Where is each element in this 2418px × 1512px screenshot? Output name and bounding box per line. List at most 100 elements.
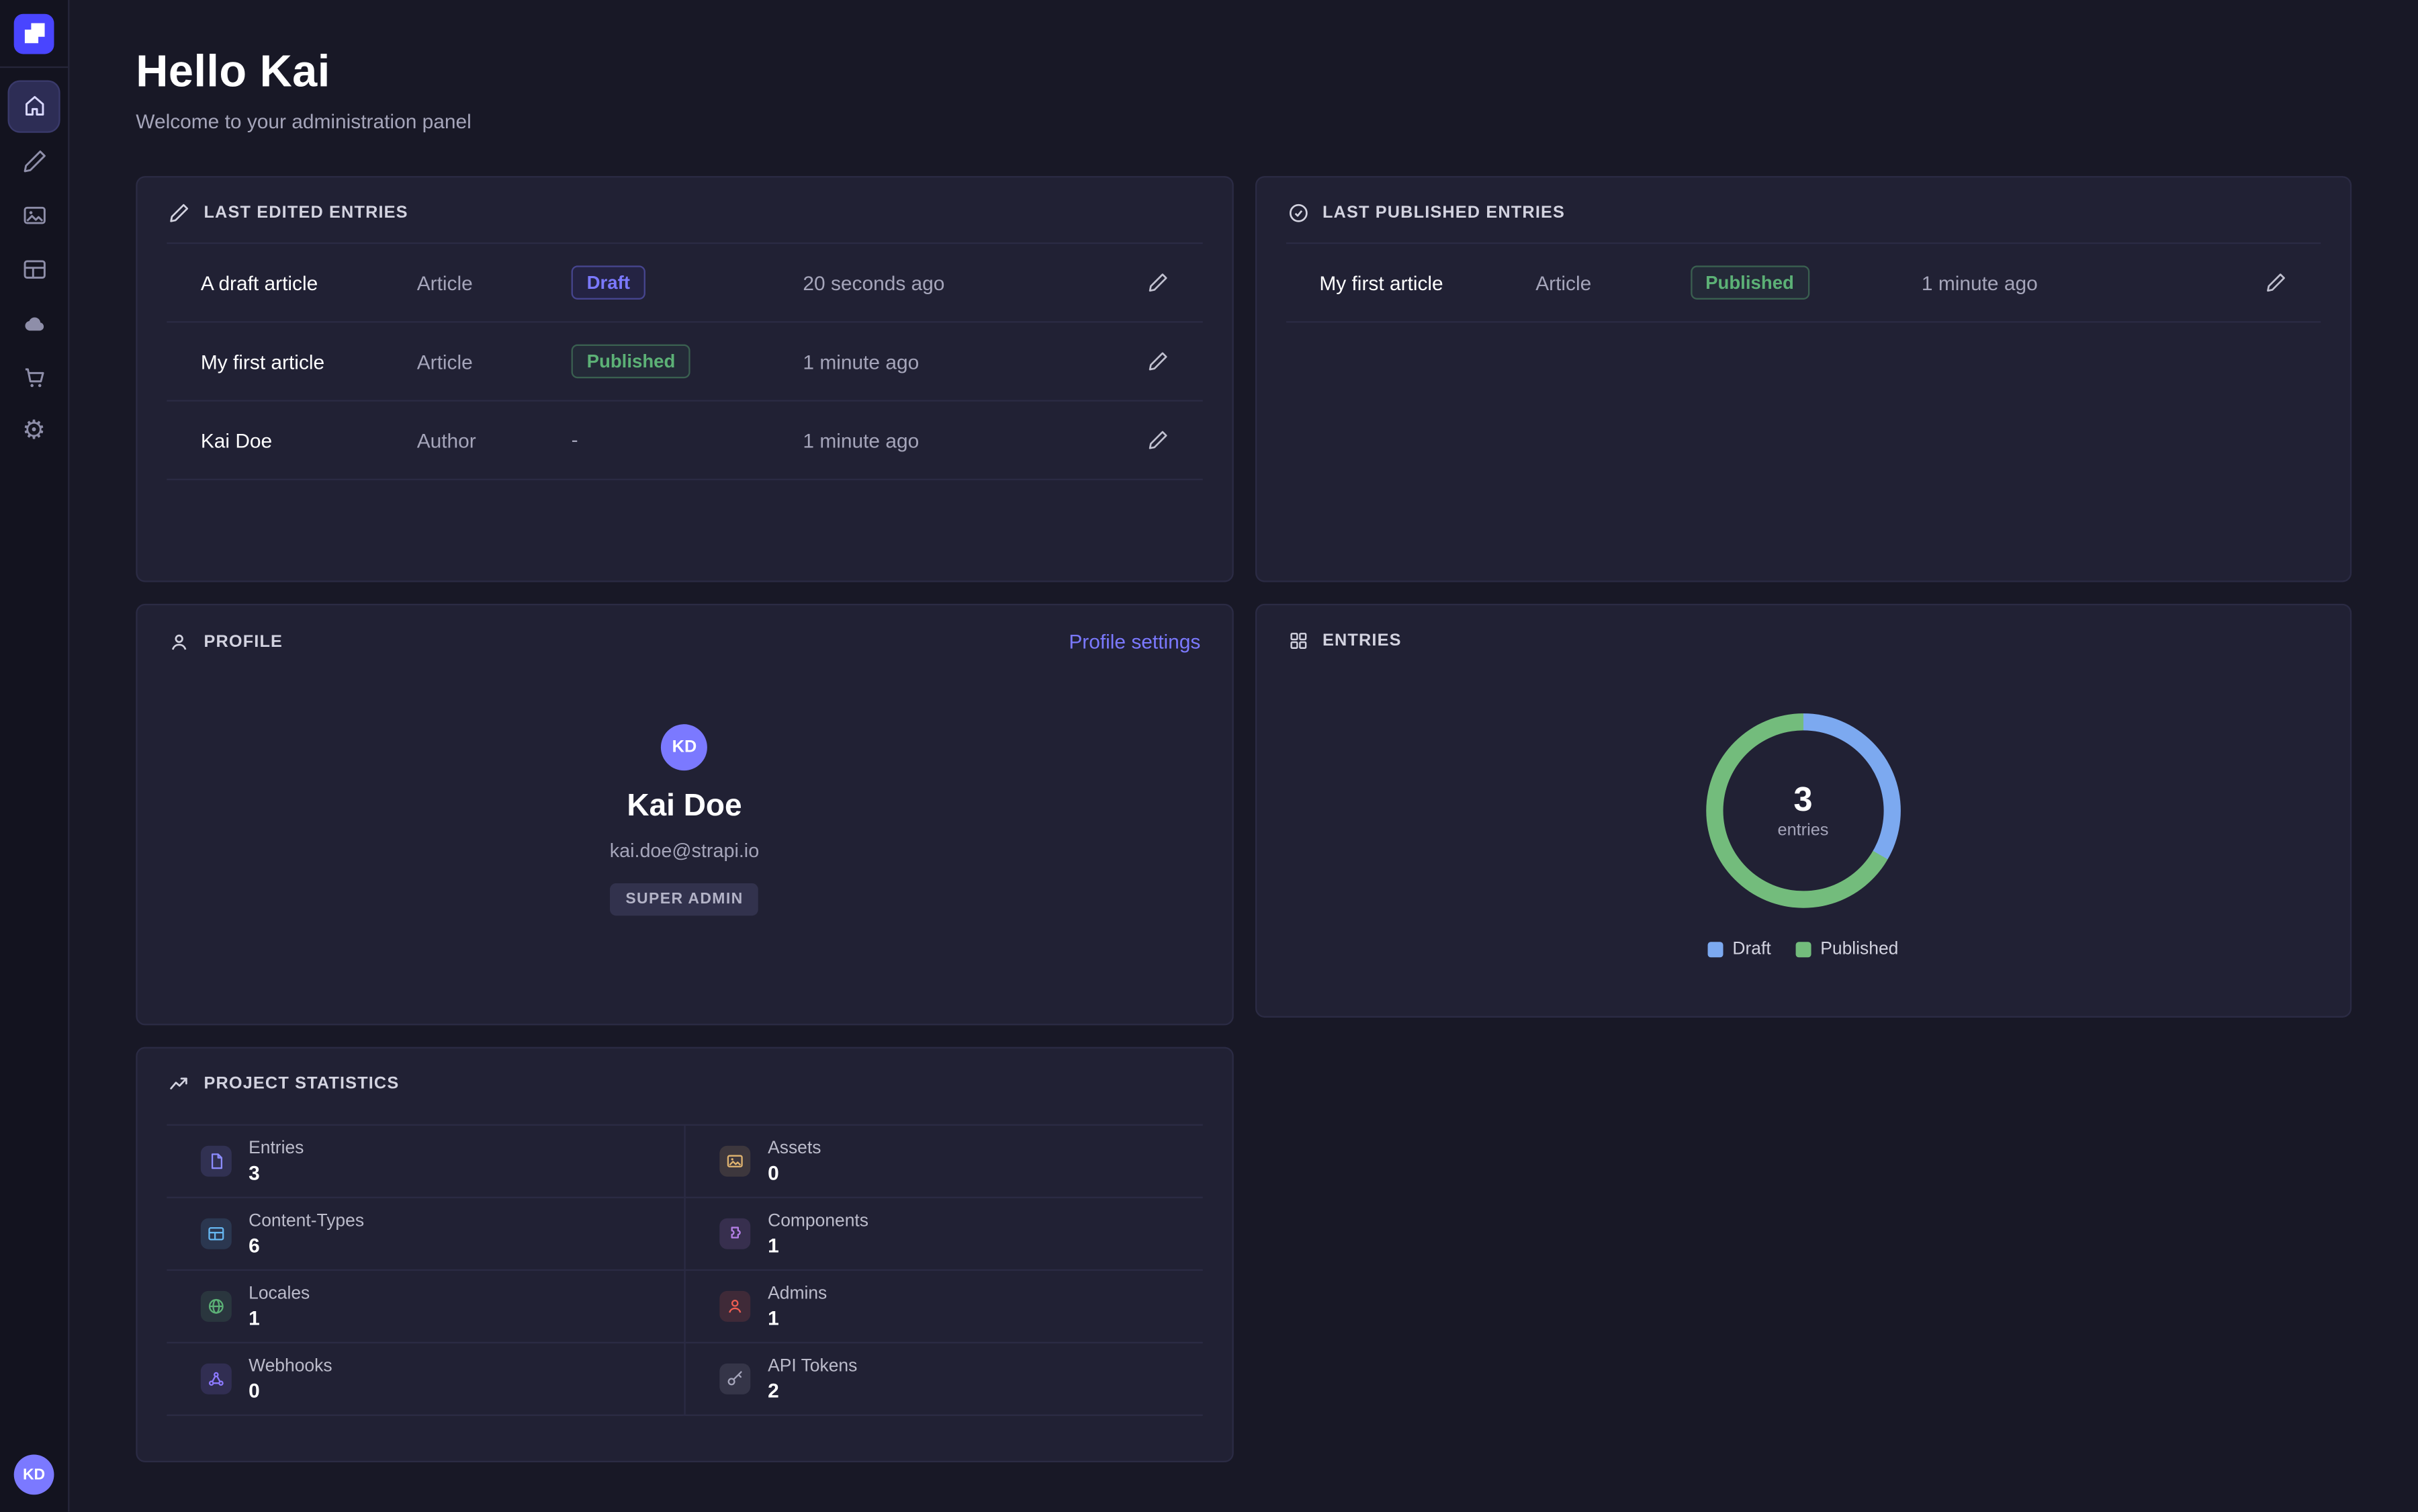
stat-tile bbox=[201, 1364, 232, 1394]
admin-dashboard: ⚙ KD Hello Kai Welcome to your administr… bbox=[0, 0, 2418, 1512]
last-published-card: LAST PUBLISHED ENTRIES My first article … bbox=[1255, 176, 2352, 582]
entry-status: Published bbox=[572, 345, 803, 379]
table-row[interactable]: Kai Doe Author - 1 minute ago bbox=[167, 402, 1202, 480]
stat-locales: Locales1 bbox=[167, 1271, 684, 1343]
entries-donut: 3 entries bbox=[1706, 713, 1901, 908]
card-title: LAST EDITED ENTRIES bbox=[204, 204, 408, 222]
stat-api-tokens: API Tokens2 bbox=[684, 1343, 1202, 1416]
legend-swatch bbox=[1795, 942, 1811, 957]
edit-icon bbox=[2265, 272, 2286, 294]
last-edited-header: LAST EDITED ENTRIES bbox=[138, 177, 1232, 242]
stat-label: Content-Types bbox=[249, 1211, 364, 1230]
stat-assets: Assets0 bbox=[684, 1126, 1202, 1198]
legend-item-draft: Draft bbox=[1708, 940, 1771, 959]
stat-components: Components 1 bbox=[684, 1198, 1202, 1271]
sidebar: ⚙ KD bbox=[0, 0, 69, 1512]
entry-time: 1 minute ago bbox=[803, 350, 1137, 373]
stat-tile bbox=[720, 1291, 751, 1322]
stat-tile bbox=[201, 1146, 232, 1177]
layout-icon bbox=[21, 257, 47, 283]
sidebar-item-content-type-builder[interactable] bbox=[9, 244, 59, 294]
gear-icon: ⚙ bbox=[22, 418, 46, 445]
last-published-table: My first article Article Published 1 min… bbox=[1286, 242, 2321, 323]
project-statistics-header: PROJECT STATISTICS bbox=[138, 1049, 1232, 1114]
stat-content-types: Content-Types 6 bbox=[167, 1198, 684, 1271]
profile-card: PROFILE Profile settings KD Kai Doe kai.… bbox=[136, 604, 1233, 1026]
media-library-icon bbox=[21, 202, 47, 228]
stat-tile bbox=[201, 1291, 232, 1322]
profile-email: kai.doe@strapi.io bbox=[610, 840, 759, 862]
edit-icon bbox=[1147, 272, 1168, 294]
chart-legend: Draft Published bbox=[1708, 940, 1899, 959]
stat-value: 6 bbox=[249, 1233, 364, 1256]
stat-label: Entries bbox=[249, 1139, 304, 1157]
entries-card: ENTRIES 3 entries Draft bbox=[1255, 604, 2352, 1018]
stat-tile bbox=[720, 1146, 751, 1177]
sidebar-user-avatar[interactable]: KD bbox=[14, 1455, 54, 1495]
strapi-glyph-icon bbox=[24, 23, 44, 43]
layout-icon bbox=[207, 1225, 226, 1243]
profile-settings-link[interactable]: Profile settings bbox=[1069, 630, 1200, 653]
stat-admins: Admins1 bbox=[684, 1271, 1202, 1343]
image-icon bbox=[726, 1152, 745, 1171]
sidebar-item-cloud[interactable] bbox=[9, 299, 59, 349]
legend-item-published: Published bbox=[1795, 940, 1898, 959]
edit-entry-button[interactable] bbox=[1137, 341, 1177, 382]
stat-value: 1 bbox=[768, 1233, 868, 1256]
stat-tile bbox=[201, 1218, 232, 1249]
status-badge: Published bbox=[1690, 265, 1809, 300]
profile-avatar: KD bbox=[661, 724, 707, 770]
stat-label: Webhooks bbox=[249, 1357, 332, 1376]
profile-header: PROFILE Profile settings bbox=[138, 605, 1232, 672]
legend-swatch bbox=[1708, 942, 1723, 957]
entries-header: ENTRIES bbox=[1256, 605, 2350, 670]
stat-tile bbox=[720, 1364, 751, 1394]
table-row[interactable]: A draft article Article Draft 20 seconds… bbox=[167, 244, 1202, 322]
stat-value: 0 bbox=[768, 1161, 821, 1184]
globe-icon bbox=[207, 1297, 226, 1316]
edit-icon bbox=[1147, 351, 1168, 372]
legend-label: Draft bbox=[1732, 940, 1771, 959]
edit-entry-button[interactable] bbox=[1137, 420, 1177, 460]
strapi-logo[interactable] bbox=[0, 0, 68, 68]
check-circle-icon bbox=[1287, 202, 1308, 224]
cloud-icon bbox=[21, 310, 47, 337]
sidebar-item-marketplace[interactable] bbox=[9, 353, 59, 402]
stat-label: Components bbox=[768, 1211, 868, 1230]
edit-entry-button[interactable] bbox=[2256, 263, 2296, 303]
edit-entry-button[interactable] bbox=[1137, 263, 1177, 303]
page-title: Hello Kai bbox=[136, 48, 2352, 99]
entry-status: - bbox=[572, 426, 803, 453]
stat-value: 0 bbox=[249, 1378, 332, 1401]
entry-time: 20 seconds ago bbox=[803, 271, 1137, 294]
strapi-logo-mark bbox=[14, 13, 54, 54]
entry-type: Article bbox=[417, 350, 572, 373]
card-title: LAST PUBLISHED ENTRIES bbox=[1323, 204, 1565, 222]
donut-label: entries bbox=[1778, 821, 1829, 840]
donut-center: 3 entries bbox=[1706, 713, 1901, 908]
main-content: Hello Kai Welcome to your administration… bbox=[68, 0, 2418, 1512]
sidebar-item-media-library[interactable] bbox=[9, 191, 59, 240]
status-badge: Draft bbox=[572, 265, 645, 300]
stat-tile bbox=[720, 1218, 751, 1249]
file-icon bbox=[207, 1152, 226, 1171]
user-icon bbox=[169, 631, 190, 652]
role-badge: SUPER ADMIN bbox=[610, 883, 758, 916]
last-published-header: LAST PUBLISHED ENTRIES bbox=[1256, 177, 2350, 242]
table-row[interactable]: My first article Article Published 1 min… bbox=[1286, 244, 2321, 322]
sidebar-item-home[interactable] bbox=[7, 79, 60, 132]
entry-status: Published bbox=[1690, 265, 1922, 300]
stat-value: 2 bbox=[768, 1378, 857, 1401]
stat-label: Admins bbox=[768, 1284, 827, 1302]
key-icon bbox=[726, 1370, 745, 1388]
sidebar-item-content-manager[interactable] bbox=[9, 136, 59, 186]
webhook-icon bbox=[207, 1370, 226, 1388]
sidebar-item-settings[interactable]: ⚙ bbox=[9, 407, 59, 457]
entry-type: Author bbox=[417, 429, 572, 451]
table-row[interactable]: My first article Article Published 1 min… bbox=[167, 322, 1202, 401]
profile-body: KD Kai Doe kai.doe@strapi.io SUPER ADMIN bbox=[138, 672, 1232, 916]
donut-value: 3 bbox=[1793, 781, 1812, 819]
stat-value: 3 bbox=[249, 1161, 304, 1184]
puzzle-icon bbox=[726, 1225, 745, 1243]
entry-name: A draft article bbox=[201, 271, 417, 294]
